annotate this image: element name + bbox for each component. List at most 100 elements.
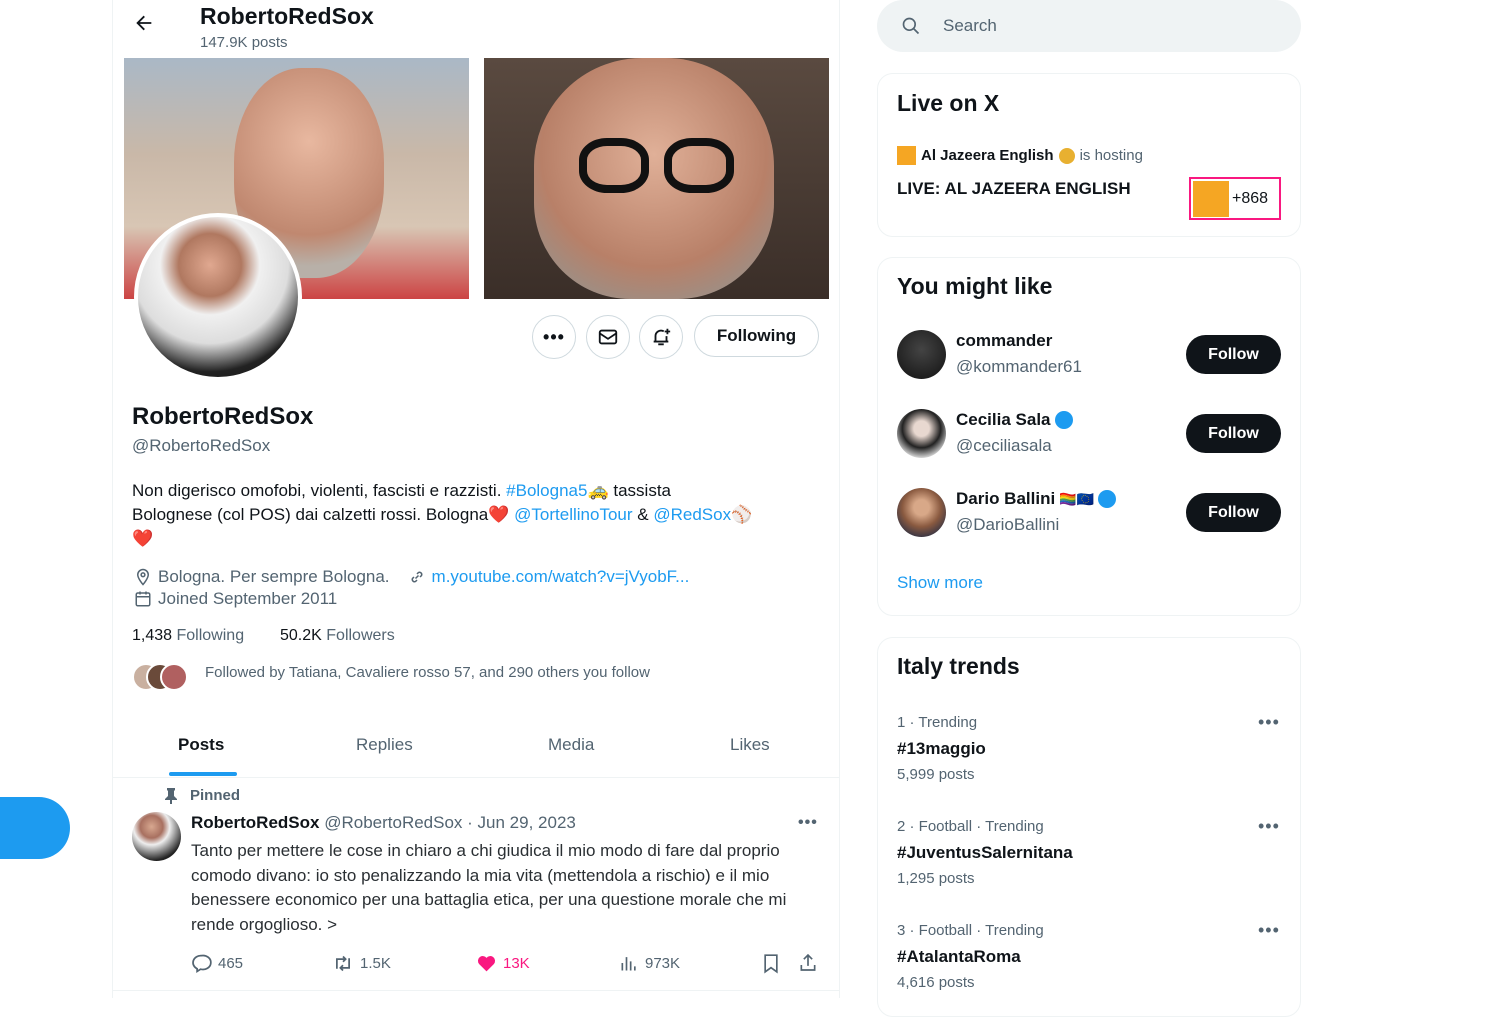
back-button[interactable] (133, 12, 155, 41)
suggestion-name[interactable]: Cecilia Sala (956, 410, 1051, 430)
following-count: 1,438 (132, 627, 173, 644)
post-handle[interactable]: @RobertoRedSox (324, 813, 462, 832)
post-count: 147.9K posts (200, 34, 288, 51)
following-button[interactable]: Following (694, 315, 819, 357)
live-stream-title[interactable]: LIVE: AL JAZEERA ENGLISH (897, 179, 1131, 199)
more-button[interactable]: ••• (532, 315, 576, 359)
taxi-emoji: 🚕 (587, 481, 609, 500)
bio-text: tassista (608, 481, 671, 500)
aljazeera-avatar-icon (1193, 180, 1229, 217)
followers-count: 50.2K (280, 627, 322, 644)
followers-stat[interactable]: 50.2K Followers (280, 627, 395, 645)
profile-name: RobertoRedSox (132, 403, 314, 430)
suggestion-name[interactable]: Dario Ballini (956, 489, 1055, 509)
suggestion-avatar[interactable] (897, 488, 946, 537)
avatar[interactable] (134, 213, 302, 381)
views-button[interactable]: 973K (619, 953, 680, 973)
mention-link[interactable]: @TortellinoTour (514, 505, 632, 524)
profile-location: Bologna. Per sempre Bologna. m.youtube.c… (134, 567, 689, 587)
follow-button[interactable]: Follow (1186, 335, 1281, 374)
post-button-fragment[interactable] (0, 797, 70, 859)
like-count: 13K (503, 955, 530, 972)
flag-emojis: 🏳️‍🌈🇪🇺 (1059, 490, 1095, 507)
joined-text: Joined September 2011 (158, 589, 338, 608)
post-author[interactable]: RobertoRedSox (191, 813, 319, 832)
reply-icon (192, 954, 212, 973)
suggestion-name[interactable]: commander (956, 331, 1052, 351)
live-listeners[interactable]: +868 (1189, 177, 1281, 220)
trend-meta: 2 · Football · Trending (897, 818, 1044, 835)
post-text: Tanto per mettere le cose in chiaro a ch… (191, 841, 787, 934)
suggestion-handle[interactable]: @ceciliasala (956, 436, 1052, 456)
suggestion-avatar[interactable] (897, 330, 946, 379)
reply-count: 465 (218, 955, 244, 972)
repost-count: 1.5K (360, 955, 391, 972)
like-button[interactable]: 13K (476, 953, 530, 974)
trend-posts: 4,616 posts (897, 974, 975, 991)
search-placeholder: Search (943, 16, 997, 35)
notifications-button[interactable] (639, 315, 683, 359)
post-avatar[interactable] (132, 812, 181, 861)
pinned-text: Pinned (190, 787, 241, 804)
repost-icon (336, 955, 350, 972)
pin-icon (165, 787, 177, 804)
followed-by-avatars[interactable] (132, 663, 192, 691)
following-stat[interactable]: 1,438 Following (132, 627, 244, 645)
trend-name[interactable]: #AtalantaRoma (897, 947, 1021, 967)
following-label: Following (176, 627, 245, 644)
post-date[interactable]: · Jun 29, 2023 (467, 813, 576, 832)
heart-emoji: ❤️ (132, 529, 154, 548)
trends-title: Italy trends (897, 653, 1020, 679)
calendar-icon (135, 591, 151, 607)
bookmark-icon[interactable] (761, 953, 781, 974)
trend-more-icon[interactable]: ••• (1258, 712, 1280, 733)
banner-photo-right[interactable] (484, 58, 829, 299)
live-title: Live on X (897, 90, 1000, 116)
follow-button[interactable]: Follow (1186, 493, 1281, 532)
hashtag-link[interactable]: #Bologna5 (506, 481, 587, 500)
suggestion-handle[interactable]: @kommander61 (956, 357, 1082, 377)
hosting-text: is hosting (1079, 147, 1143, 164)
reply-button[interactable]: 465 (191, 953, 243, 974)
profile-handle: @RobertoRedSox (132, 436, 271, 455)
baseball-emoji: ⚾ (731, 505, 753, 524)
profile-bio: Non digerisco omofobi, violenti, fascist… (132, 479, 822, 551)
tab-media[interactable]: Media (548, 735, 594, 755)
mail-icon (598, 329, 618, 345)
search-input[interactable]: Search (877, 0, 1301, 52)
tab-posts[interactable]: Posts (178, 735, 224, 755)
arrow-left-icon (136, 15, 152, 31)
repost-button[interactable]: 1.5K (332, 953, 391, 974)
active-tab-indicator (169, 772, 237, 776)
trend-more-icon[interactable]: ••• (1258, 816, 1280, 837)
location-pin-icon (136, 568, 150, 586)
aljazeera-logo-icon (897, 146, 916, 165)
follow-button[interactable]: Follow (1186, 414, 1281, 453)
trend-name[interactable]: #13maggio (897, 739, 986, 759)
suggestion-handle[interactable]: @DarioBallini (956, 515, 1059, 535)
verified-icon (1054, 411, 1073, 429)
tabs-divider (112, 777, 840, 778)
share-icon[interactable] (798, 952, 818, 973)
trend-more-icon[interactable]: ••• (1258, 920, 1280, 941)
followers-label: Followers (326, 627, 395, 644)
message-button[interactable] (586, 315, 630, 359)
heart-emoji: ❤️ (488, 505, 510, 524)
host-name: Al Jazeera English (921, 147, 1054, 164)
bell-plus-icon (653, 328, 671, 346)
trend-meta: 1 · Trending (897, 714, 978, 731)
views-count: 973K (645, 954, 681, 972)
suggestion-avatar[interactable] (897, 409, 946, 458)
followed-by-text[interactable]: Followed by Tatiana, Cavaliere rosso 57,… (205, 664, 650, 681)
mention-link[interactable]: @RedSox (653, 505, 731, 524)
show-more-link[interactable]: Show more (897, 573, 983, 593)
verified-icon (1098, 490, 1117, 508)
tab-replies[interactable]: Replies (356, 735, 413, 755)
post-more-icon[interactable]: ••• (798, 814, 818, 832)
tab-likes[interactable]: Likes (730, 735, 770, 755)
website-link[interactable]: m.youtube.com/watch?v=jVyobF... (432, 567, 690, 587)
live-host[interactable]: Al Jazeera English is hosting (897, 146, 1143, 165)
trend-name[interactable]: #JuventusSalernitana (897, 843, 1073, 863)
profile-joined: Joined September 2011 (134, 589, 337, 609)
location-text: Bologna. Per sempre Bologna. (158, 567, 390, 586)
